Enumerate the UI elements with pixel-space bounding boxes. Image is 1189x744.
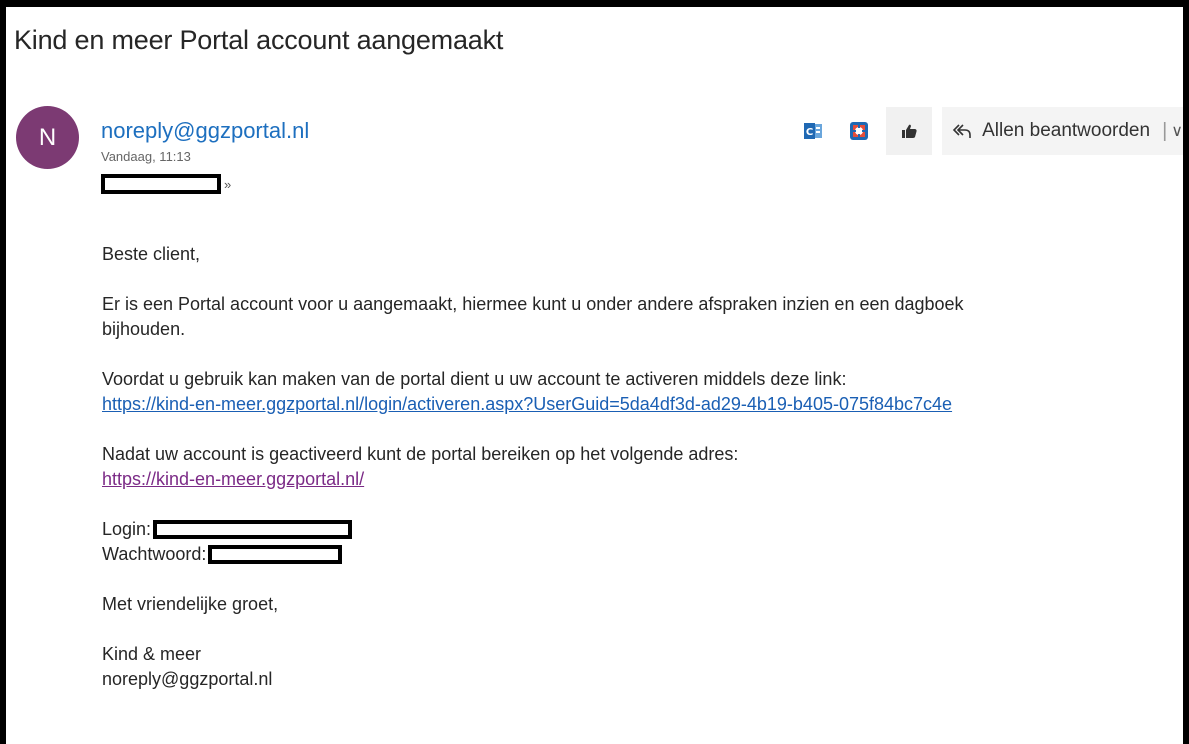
paragraph-intro: Er is een Portal account voor u aangemaa… [102,292,1162,342]
sender-avatar[interactable]: N [16,106,79,169]
activation-link[interactable]: https://kind-en-meer.ggzportal.nl/login/… [102,394,952,414]
email-subject: Kind en meer Portal account aangemaakt [14,25,504,55]
toolbar-separator: | [1162,119,1168,142]
outlook-add-in-icon[interactable]: C [790,107,836,155]
reply-all-icon [952,124,971,138]
signature-email: noreply@ggzportal.nl [102,669,273,689]
credentials-block: Login: Wachtwoord: [102,517,1162,567]
closing: Met vriendelijke groet, [102,594,279,614]
password-row: Wachtwoord: [102,542,1162,567]
email-body: Beste client, Er is een Portal account v… [102,242,1162,717]
paragraph-activation: Voordat u gebruik kan maken van de porta… [102,367,1162,417]
login-row: Login: [102,517,1162,542]
redacted-recipient [101,174,221,194]
message-toolbar: C Allen beantwoorden | ∨ [790,107,1183,155]
portal-link[interactable]: https://kind-en-meer.ggzportal.nl/ [102,469,364,489]
activation-text: Voordat u gebruik kan maken van de porta… [102,369,847,389]
redacted-password [208,545,343,564]
reply-all-label: Allen beantwoorden [982,120,1151,141]
paragraph-intro-line2: bijhouden. [102,319,186,339]
portal-text: Nadat uw account is geactiveerd kunt de … [102,444,739,464]
reply-all-button[interactable]: Allen beantwoorden | ∨ [942,107,1183,155]
login-label: Login: [102,519,152,539]
avatar-initial: N [38,123,57,151]
redacted-login [153,520,353,539]
signature-name: Kind & meer [102,644,202,664]
add-in-icon[interactable] [836,107,882,155]
password-label: Wachtwoord: [102,544,207,564]
sender-address[interactable]: noreply@ggzportal.nl [101,118,309,144]
like-icon[interactable] [886,107,933,155]
svg-text:C: C [806,127,813,138]
email-reading-pane: Kind en meer Portal account aangemaakt N… [0,0,1189,744]
paragraph-intro-line1: Er is een Portal account voor u aangemaa… [102,294,964,314]
chevron-down-icon[interactable]: ∨ [1171,121,1183,141]
recipient-line[interactable]: » [101,174,231,194]
double-chevron-down-icon[interactable]: » [224,178,231,191]
paragraph-portal: Nadat uw account is geactiveerd kunt de … [102,442,1162,492]
signature: Kind & meer noreply@ggzportal.nl [102,642,1162,692]
greeting: Beste client, [102,244,201,264]
email-date: Vandaag, 11:13 [101,149,191,164]
